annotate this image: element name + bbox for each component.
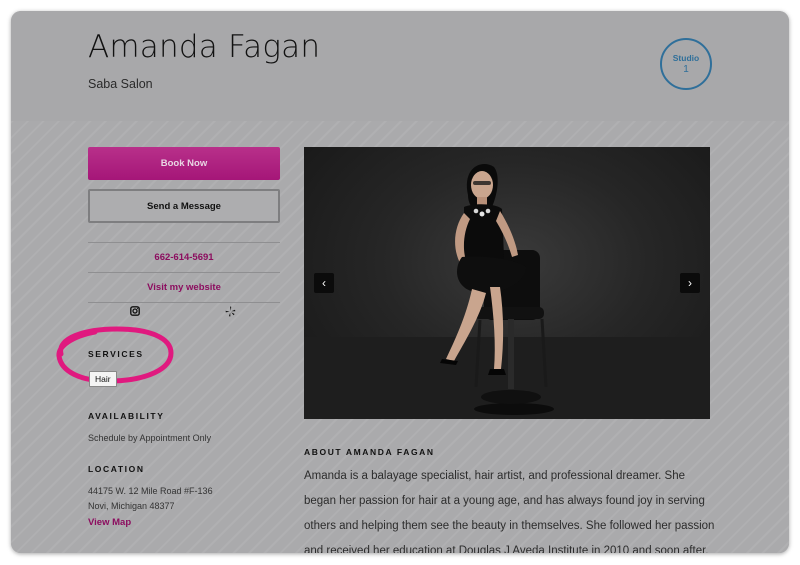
availability-title: AVAILABILITY <box>88 411 165 421</box>
stylist-name: Amanda Fagan <box>88 29 321 65</box>
view-map-link[interactable]: View Map <box>88 517 131 528</box>
stylist-photo-illustration <box>304 164 710 419</box>
book-now-button[interactable]: Book Now <box>88 147 280 180</box>
profile-card: Amanda Fagan Saba Salon Studio 1 Book No… <box>11 11 789 553</box>
phone-link[interactable]: 662-614-5691 <box>88 252 280 263</box>
divider <box>88 302 280 303</box>
address-line-1: 44175 W. 12 Mile Road #F-136 <box>88 486 213 496</box>
website-link[interactable]: Visit my website <box>88 282 280 293</box>
yelp-icon[interactable] <box>225 306 236 317</box>
send-message-button[interactable]: Send a Message <box>88 189 280 223</box>
profile-photo: ‹ › <box>304 147 710 419</box>
divider <box>88 242 280 243</box>
chevron-left-icon: ‹ <box>322 276 326 290</box>
chevron-right-icon: › <box>688 276 692 290</box>
location-title: LOCATION <box>88 464 145 474</box>
about-title: ABOUT AMANDA FAGAN <box>304 447 435 457</box>
address-line-2: Novi, Michigan 48377 <box>88 501 175 511</box>
carousel-next-button[interactable]: › <box>680 273 700 293</box>
profile-body: Book Now Send a Message 662-614-5691 Vis… <box>11 121 789 553</box>
studio-badge: Studio 1 <box>660 38 712 90</box>
service-tag: Hair <box>89 371 117 387</box>
availability-text: Schedule by Appointment Only <box>88 433 212 443</box>
carousel-prev-button[interactable]: ‹ <box>314 273 334 293</box>
services-title: SERVICES <box>88 349 144 359</box>
studio-number: 1 <box>683 64 689 75</box>
profile-header: Amanda Fagan Saba Salon Studio 1 <box>11 11 789 121</box>
studio-label: Studio <box>672 53 700 63</box>
about-text: Amanda is a balayage specialist, hair ar… <box>304 470 715 553</box>
salon-name: Saba Salon <box>88 77 153 91</box>
divider <box>88 272 280 273</box>
instagram-icon[interactable] <box>130 306 140 316</box>
